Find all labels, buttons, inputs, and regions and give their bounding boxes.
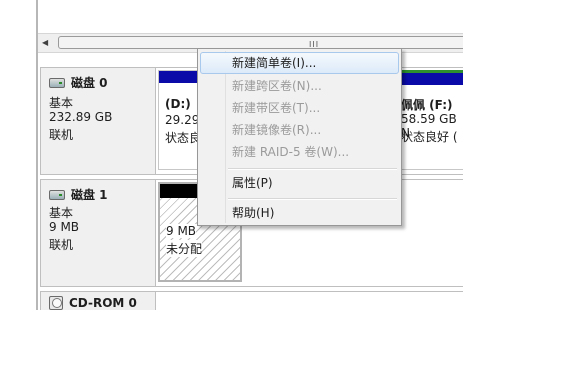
volume-size: 29.29 (165, 113, 200, 127)
menu-item-new-simple-volume[interactable]: 新建简单卷(I)... (200, 52, 399, 74)
disk-0-title: 磁盘 0 (49, 74, 108, 91)
cdrom-0-volumes (156, 291, 463, 310)
context-menu: 新建简单卷(I)... 新建跨区卷(N)... 新建带区卷(T)... 新建镜像… (197, 48, 402, 226)
disk-name: 磁盘 1 (71, 188, 108, 202)
cdrom-name: CD-ROM 0 (69, 296, 137, 310)
menu-item-new-spanned-volume[interactable]: 新建跨区卷(N)... (200, 75, 399, 97)
menu-item-new-mirrored-volume[interactable]: 新建镜像卷(R)... (200, 119, 399, 141)
volume-label: (D:) (165, 97, 191, 111)
menu-item-new-raid5-volume[interactable]: 新建 RAID-5 卷(W)... (200, 141, 399, 163)
cdrom-title: CD-ROM 0 (49, 296, 137, 310)
disk-type: 基本 (49, 206, 74, 220)
disk-size: 9 MB (49, 220, 80, 234)
menu-item-properties[interactable]: 属性(P) (200, 172, 399, 194)
menu-separator (228, 198, 397, 200)
volume-status: 状态良 (165, 131, 202, 145)
menu-item-help[interactable]: 帮助(H) (200, 202, 399, 224)
disk-1-title: 磁盘 1 (49, 186, 108, 203)
volume-bar (397, 73, 463, 85)
disk-management-window: ◀ III 磁盘 0 基本 232.89 GB 联机 (D:) 29.29 状态… (0, 0, 463, 310)
cdrom-0-info[interactable]: CD-ROM 0 (40, 291, 156, 310)
disk-1-info[interactable]: 磁盘 1 基本 9 MB 联机 (40, 179, 156, 287)
hard-disk-icon (49, 189, 65, 200)
menu-item-new-striped-volume[interactable]: 新建带区卷(T)... (200, 97, 399, 119)
volume-status: 未分配 (166, 240, 203, 257)
disk-size: 232.89 GB (49, 110, 113, 124)
volume-label: 佩佩 (F:) (401, 98, 453, 112)
hard-disk-icon (49, 77, 65, 88)
scroll-left-arrow-icon[interactable]: ◀ (42, 38, 48, 47)
volume-f[interactable]: 佩佩 (F:) 58.59 GB N 状态良好 ( (396, 70, 463, 170)
cd-rom-icon (49, 296, 63, 310)
disk-status: 联机 (49, 128, 74, 142)
disk-status: 联机 (49, 238, 74, 252)
disk-0-info[interactable]: 磁盘 0 基本 232.89 GB 联机 (40, 67, 156, 175)
disk-name: 磁盘 0 (71, 76, 108, 90)
menu-separator (228, 168, 397, 170)
volume-size: 9 MB (166, 224, 197, 238)
disk-type: 基本 (49, 96, 74, 110)
volume-status: 状态良好 ( (401, 130, 458, 144)
